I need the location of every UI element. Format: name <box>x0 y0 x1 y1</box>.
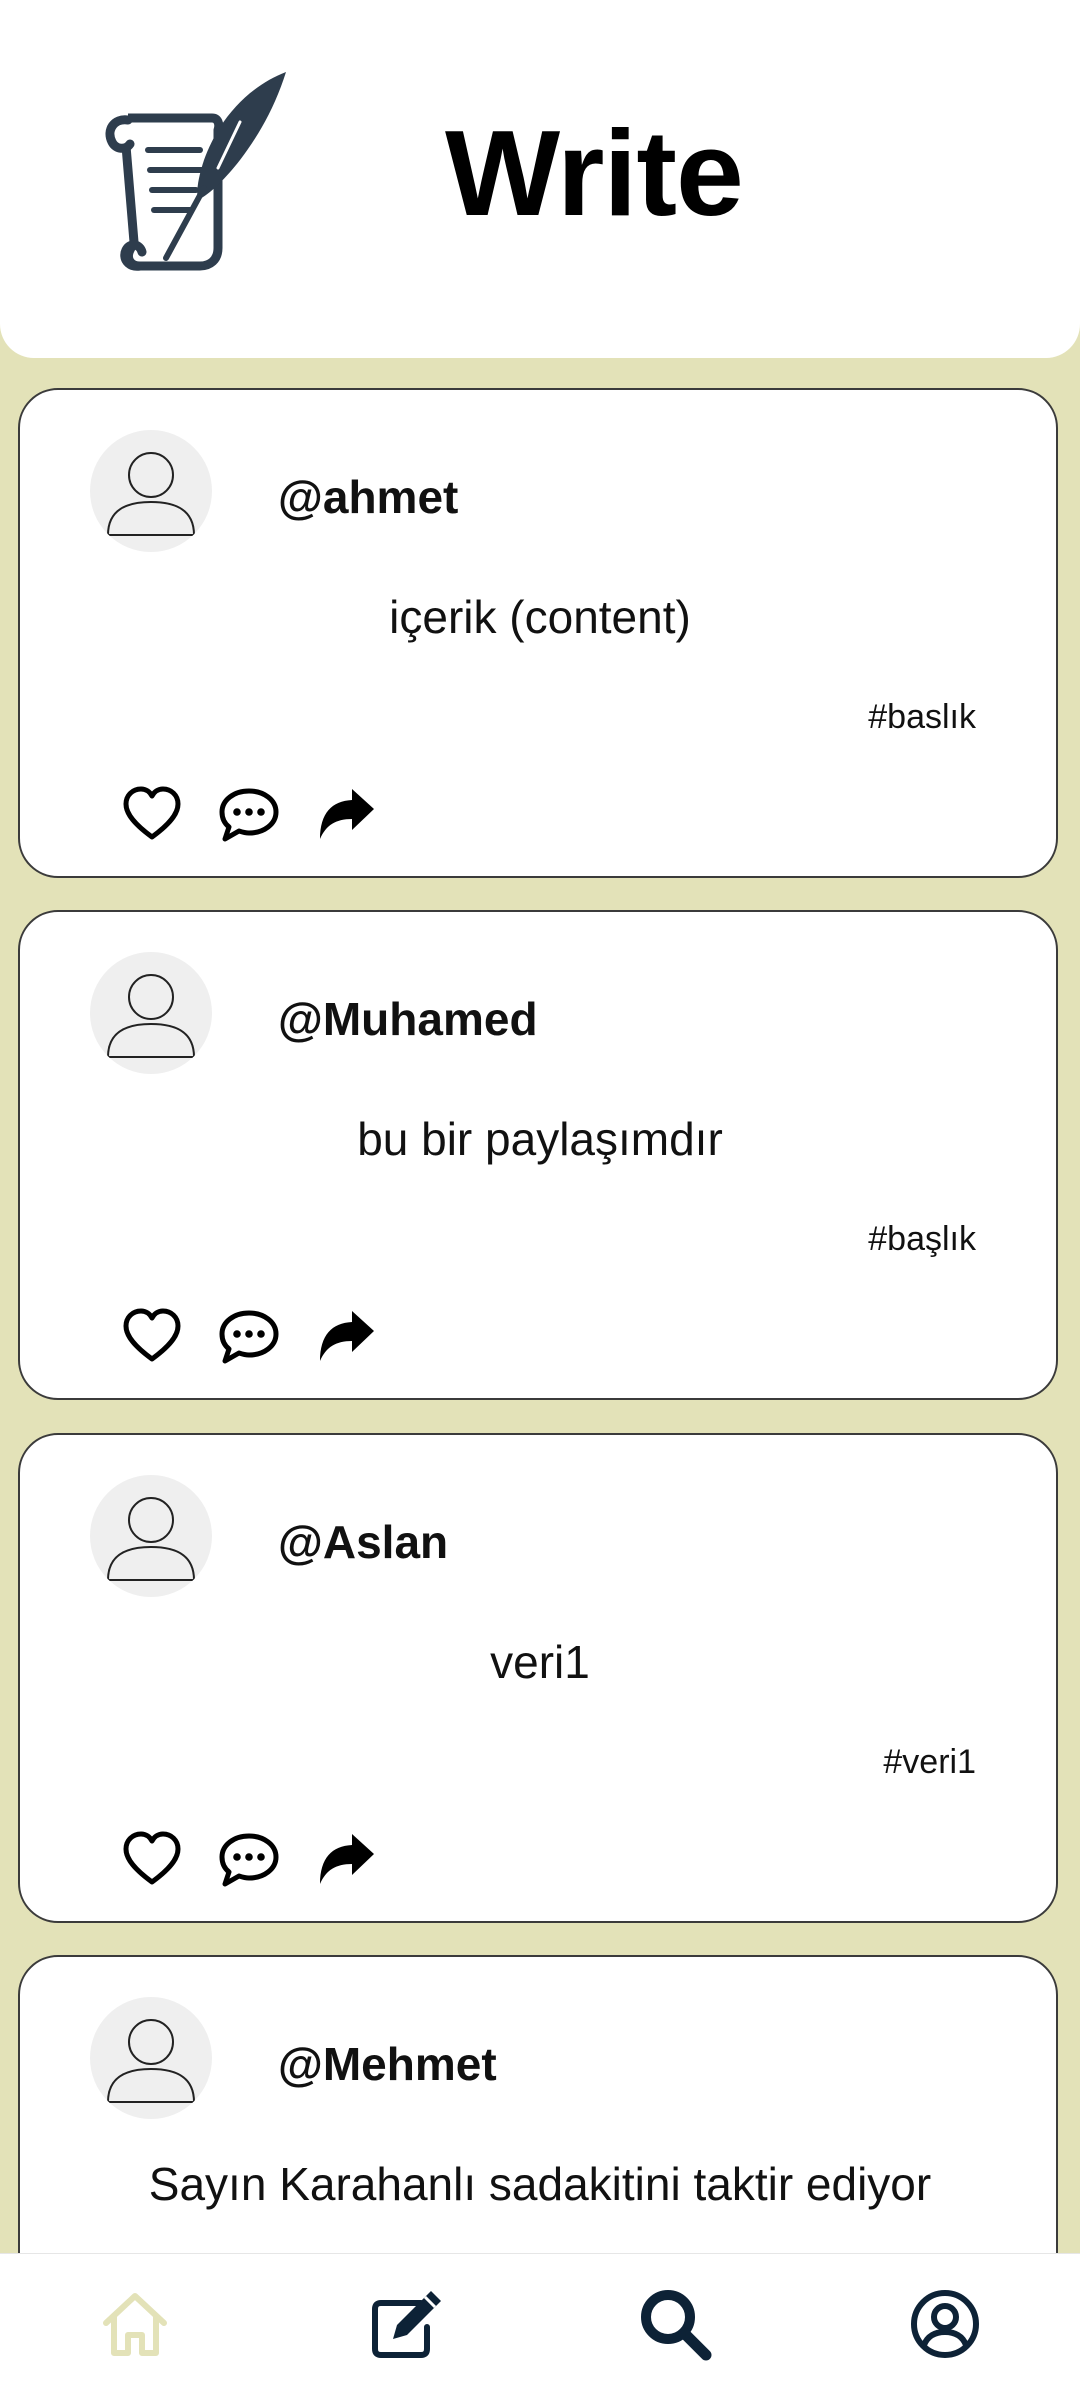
comment-button[interactable] <box>217 1305 281 1369</box>
share-button[interactable] <box>314 1828 378 1892</box>
comment-button[interactable] <box>217 783 281 847</box>
like-button[interactable] <box>120 783 184 847</box>
app-screen: @ahmet içerik (content) #baslık @Muhamed… <box>0 0 1080 2400</box>
nav-profile[interactable] <box>905 2284 985 2364</box>
heart-icon <box>123 786 181 840</box>
nav-search[interactable] <box>635 2284 715 2364</box>
post-username[interactable]: @ahmet <box>278 470 458 524</box>
post-card[interactable]: @Muhamed bu bir paylaşımdır #başlık <box>18 910 1058 1400</box>
post-actions <box>120 780 411 850</box>
post-content: içerik (content) <box>389 591 691 643</box>
nav-write[interactable] <box>366 2284 446 2364</box>
avatar[interactable] <box>90 1997 212 2119</box>
post-username[interactable]: @Aslan <box>278 1515 448 1569</box>
post-username[interactable]: @Muhamed <box>278 992 538 1046</box>
avatar[interactable] <box>90 952 212 1074</box>
post-actions <box>120 1302 411 1372</box>
avatar[interactable] <box>90 1475 212 1597</box>
bottom-nav <box>0 2253 1080 2400</box>
comment-icon <box>219 1833 279 1887</box>
post-card[interactable]: @ahmet içerik (content) #baslık <box>18 388 1058 878</box>
edit-icon <box>372 2291 441 2358</box>
user-avatar-icon <box>104 452 198 536</box>
post-hashtag[interactable]: #veri1 <box>883 1743 976 1782</box>
home-icon <box>103 2293 167 2356</box>
search-icon <box>641 2290 712 2361</box>
comment-button[interactable] <box>217 1828 281 1892</box>
app-title: Write <box>445 105 744 241</box>
user-avatar-icon <box>104 1497 198 1581</box>
post-hashtag[interactable]: #başlık <box>868 1220 976 1259</box>
post-content: Sayın Karahanlı sadakitini taktir ediyor <box>148 2158 932 2210</box>
post-card[interactable]: @Aslan veri1 #veri1 <box>18 1433 1058 1923</box>
like-button[interactable] <box>120 1305 184 1369</box>
post-actions <box>120 1825 411 1895</box>
nav-home[interactable] <box>95 2284 175 2364</box>
post-content: veri1 <box>490 1636 590 1688</box>
user-avatar-icon <box>104 974 198 1058</box>
app-header: Write <box>0 0 1080 358</box>
share-icon <box>320 789 374 839</box>
like-button[interactable] <box>120 1828 184 1892</box>
user-avatar-icon <box>104 2019 198 2103</box>
share-icon <box>320 1311 374 1361</box>
comment-icon <box>219 788 279 842</box>
post-username[interactable]: @Mehmet <box>278 2037 497 2091</box>
share-button[interactable] <box>314 783 378 847</box>
heart-icon <box>123 1308 181 1362</box>
heart-icon <box>123 1831 181 1885</box>
comment-icon <box>219 1310 279 1364</box>
post-hashtag[interactable]: #baslık <box>868 698 976 737</box>
share-icon <box>320 1834 374 1884</box>
scroll-quill-icon <box>105 72 286 271</box>
share-button[interactable] <box>314 1305 378 1369</box>
post-card[interactable]: @Mehmet Sayın Karahanlı sadakitini takti… <box>18 1955 1058 2253</box>
post-content: bu bir paylaşımdır <box>357 1113 723 1165</box>
user-circle-icon <box>911 2290 979 2358</box>
avatar[interactable] <box>90 430 212 552</box>
